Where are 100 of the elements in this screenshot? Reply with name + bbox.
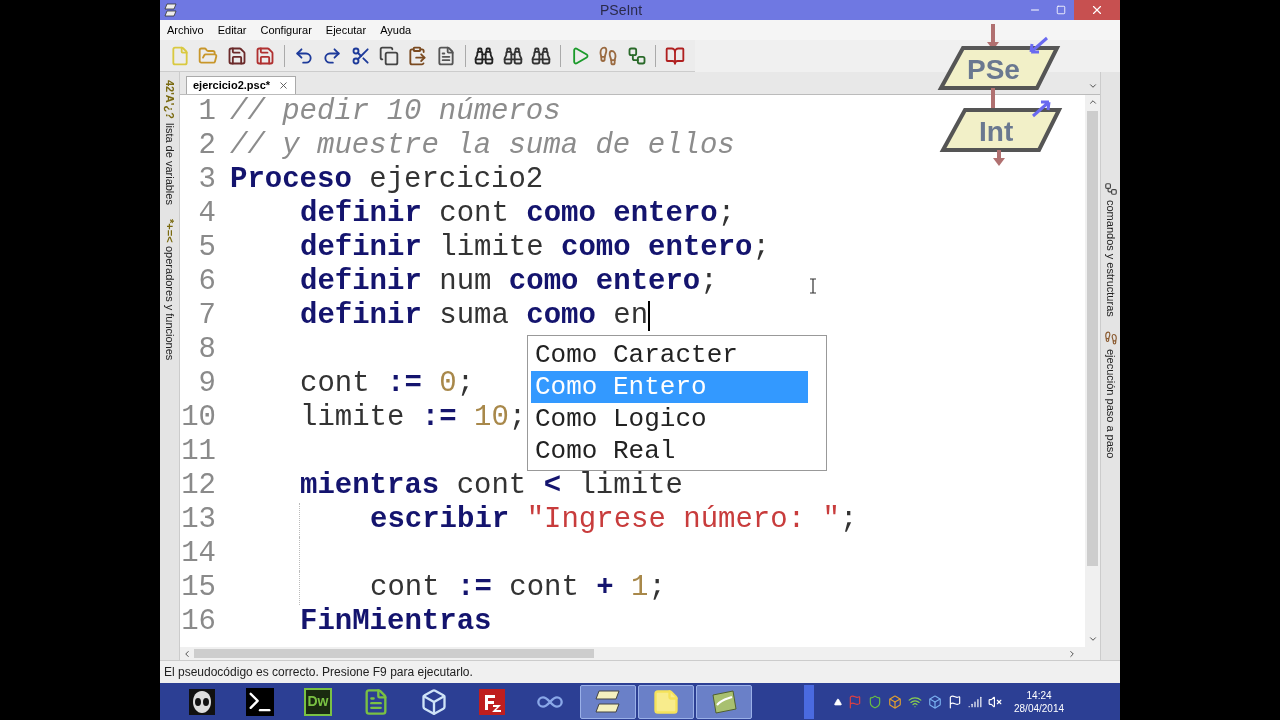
panel-label: comandos y estructuras xyxy=(1103,200,1118,317)
sticky-note-icon xyxy=(652,687,680,716)
menu-item[interactable]: Archivo xyxy=(167,21,204,39)
scroll-down-icon[interactable] xyxy=(1087,634,1098,644)
line-number: 5 xyxy=(197,231,216,265)
code-text: limite xyxy=(300,401,406,435)
code-text: suma xyxy=(438,299,510,333)
tab-list-icon[interactable] xyxy=(1088,81,1098,91)
app-logo: Dw xyxy=(304,687,332,716)
code-text: cont xyxy=(438,197,510,231)
close-tab-icon[interactable] xyxy=(278,80,290,91)
line-number: 8 xyxy=(197,333,216,367)
logo-text: Int xyxy=(979,116,1014,147)
code-text: cont xyxy=(455,469,528,503)
line-number: 11 xyxy=(180,435,216,469)
code-text: definir xyxy=(300,231,422,265)
autocomplete-item[interactable]: Como Caracter xyxy=(531,339,808,371)
menu-item[interactable]: Ayuda xyxy=(380,21,412,39)
code-editor[interactable] xyxy=(180,95,1085,647)
side-panel-tab[interactable]: *+=< operadores y funciones xyxy=(161,218,178,361)
code-text: num xyxy=(438,265,493,299)
side-panel-tab[interactable]: 42'A'¿? lista de variables xyxy=(161,80,178,205)
taskbar-button[interactable]: Dw xyxy=(290,684,346,719)
scrollbar-thumb[interactable] xyxy=(1087,111,1098,566)
taskbar-button[interactable] xyxy=(696,684,752,719)
window-title: PSeInt xyxy=(600,0,643,20)
tray-volume-icon[interactable] xyxy=(988,694,1002,709)
line-number: 3 xyxy=(197,163,216,197)
terminal-icon xyxy=(246,687,274,716)
code-text: "Ingrese número: " xyxy=(525,503,840,537)
panel-glyph: *+=< xyxy=(162,218,177,243)
code-text: Proceso xyxy=(230,163,352,197)
autocomplete-item[interactable]: Como Logico xyxy=(531,403,808,435)
line-number: 2 xyxy=(197,129,216,163)
line-number: 6 xyxy=(197,265,216,299)
code-text: ; xyxy=(752,231,770,265)
tray-signal-icon[interactable] xyxy=(968,694,982,709)
code-text: ; xyxy=(456,367,475,401)
code-text: + xyxy=(596,571,614,605)
autocomplete-item[interactable]: Como Real xyxy=(531,435,808,467)
code-text: ; xyxy=(648,571,666,605)
code-text: cont xyxy=(508,571,580,605)
footprints-icon xyxy=(1103,330,1118,345)
taskbar-button[interactable] xyxy=(580,684,636,719)
code-text: := xyxy=(457,571,492,605)
text-cursor-icon xyxy=(809,278,817,294)
filezilla-icon xyxy=(477,686,507,717)
code-text: < xyxy=(543,469,562,503)
code-text: definir xyxy=(300,197,422,231)
tray-network-icon[interactable] xyxy=(908,694,922,709)
menu-item[interactable]: Ejecutar xyxy=(325,21,367,39)
code-text: cont xyxy=(300,367,371,401)
scroll-up-icon[interactable] xyxy=(1087,97,1098,107)
code-text: definir xyxy=(300,265,422,299)
code-text: ; xyxy=(508,401,527,435)
line-number: 9 xyxy=(197,367,216,401)
editor-tab[interactable]: ejercicio2.psc* xyxy=(186,76,297,94)
line-number: 4 xyxy=(197,197,216,231)
code-text: como xyxy=(526,299,596,333)
tray-arrow-icon[interactable] xyxy=(834,697,842,706)
code-text: en xyxy=(612,299,649,333)
panel-label: lista de variables xyxy=(162,122,177,205)
code-text: FinMientras xyxy=(300,605,492,639)
code-text: ; xyxy=(717,197,736,231)
scrollbar-thumb[interactable] xyxy=(194,649,594,658)
code-text: escribir xyxy=(370,503,510,537)
code-text: ; xyxy=(839,503,858,537)
side-panel-tab[interactable]: comandos y estructuras xyxy=(1102,182,1119,317)
mask-icon xyxy=(187,686,217,717)
code-text: ejercicio2 xyxy=(368,163,544,197)
maximize-icon xyxy=(1056,5,1066,15)
tray-box-icon[interactable] xyxy=(888,694,902,709)
logo-text: PSe xyxy=(967,54,1020,85)
taskbar-clock[interactable]: 14:24 28/04/2014 xyxy=(1014,688,1065,715)
code-text: // pedir 10 números xyxy=(230,95,561,129)
line-number: 1 xyxy=(197,95,216,129)
code-text: mientras xyxy=(300,469,440,503)
scroll-left-icon[interactable] xyxy=(182,648,192,659)
code-text: 0 xyxy=(438,367,457,401)
line-number: 13 xyxy=(180,503,216,537)
menu-item[interactable]: Editar xyxy=(217,21,247,39)
cube-icon xyxy=(420,687,448,716)
menu-item[interactable]: Configurar xyxy=(260,21,312,39)
code-text: ; xyxy=(700,265,718,299)
line-number: 14 xyxy=(180,537,216,571)
status-text: El pseudocódigo es correcto. Presione F9 para ejecutarlo. xyxy=(164,664,473,681)
code-text: definir xyxy=(300,299,422,333)
side-panel-tab[interactable]: ejecución paso a paso xyxy=(1102,330,1119,459)
line-number: 12 xyxy=(180,469,216,503)
line-number: 10 xyxy=(180,401,216,435)
scroll-right-icon[interactable] xyxy=(1067,648,1077,659)
panel-label: ejecución paso a paso xyxy=(1103,348,1118,459)
line-number: 16 xyxy=(180,605,216,639)
app-icon xyxy=(164,3,178,17)
code-text: // y muestre la suma de ellos xyxy=(230,129,735,163)
code-text: limite xyxy=(577,469,683,503)
close-icon xyxy=(1090,3,1104,17)
code-text: como entero xyxy=(561,231,753,265)
tray-shield-icon[interactable] xyxy=(868,694,882,709)
taskbar-button[interactable] xyxy=(638,684,694,719)
